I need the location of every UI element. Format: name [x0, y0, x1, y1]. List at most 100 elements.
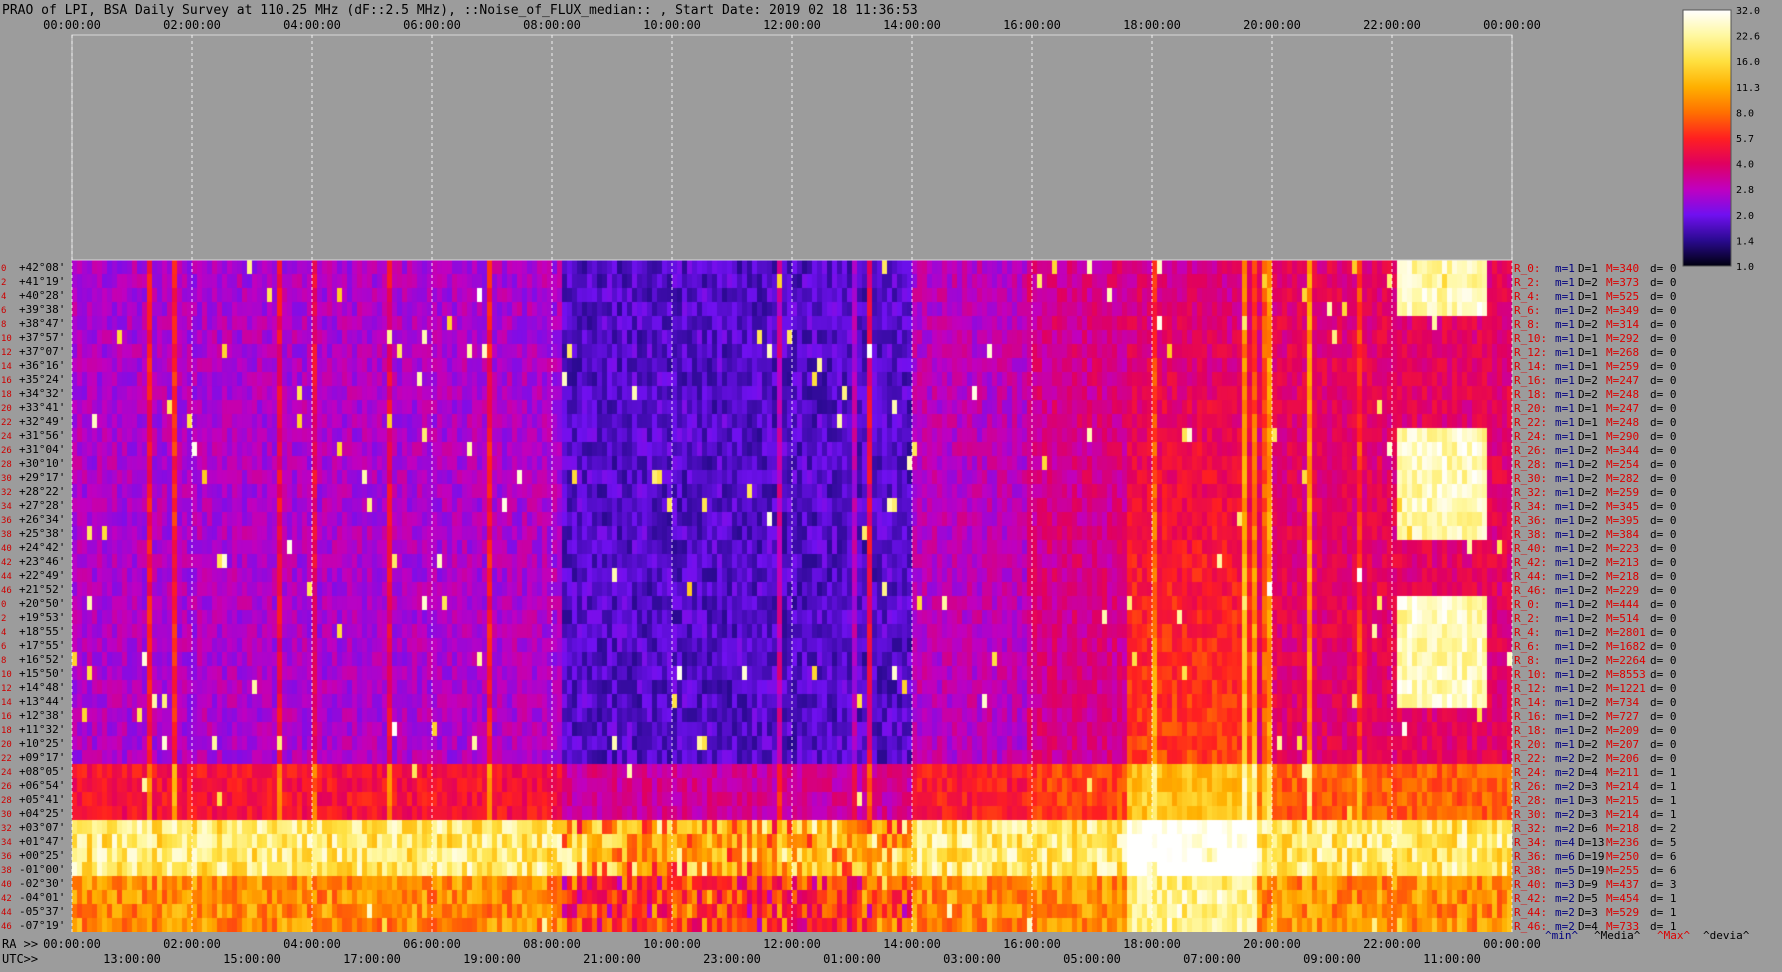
colorbar-gradient-rect	[1682, 9, 1732, 267]
beam-row-label: R_34:	[1514, 500, 1547, 513]
beam-deviation-value: d= 0	[1650, 500, 1677, 513]
colorbar-tick-label: 22.6	[1736, 32, 1760, 43]
row-index-label: 22	[1, 418, 12, 428]
declination-label: +15°50'	[19, 667, 65, 680]
stats-legend-item: ^min^	[1545, 929, 1578, 942]
beam-row-label: R_34:	[1514, 836, 1547, 849]
beam-median-value: D=3	[1578, 808, 1598, 821]
declination-label: -07°19'	[19, 919, 65, 932]
utc-tick-label: 21:00:00	[583, 952, 641, 966]
declination-label: +30°10'	[19, 457, 65, 470]
beam-max-value: M=734	[1606, 696, 1639, 709]
beam-median-value: D=2	[1578, 640, 1598, 653]
top-tick-label: 06:00:00	[403, 18, 461, 32]
beam-max-value: M=529	[1606, 906, 1639, 919]
top-tick-label: 00:00:00	[1483, 18, 1541, 32]
ra-tick-label: 02:00:00	[163, 937, 221, 951]
row-index-label: 24	[1, 768, 12, 778]
beam-deviation-value: d= 0	[1650, 696, 1677, 709]
beam-deviation-value: d= 1	[1650, 808, 1677, 821]
beam-row-label: R_16:	[1514, 710, 1547, 723]
beam-max-value: M=248	[1606, 416, 1639, 429]
beam-max-value: M=290	[1606, 430, 1639, 443]
beam-deviation-value: d= 0	[1650, 710, 1677, 723]
beam-deviation-value: d= 2	[1650, 822, 1677, 835]
beam-max-value: M=218	[1606, 822, 1639, 835]
beam-median-value: D=3	[1578, 780, 1598, 793]
beam-row-label: R_18:	[1514, 724, 1547, 737]
beam-median-value: D=6	[1578, 822, 1598, 835]
beam-row-label: R_36:	[1514, 514, 1547, 527]
ra-tick-label: 08:00:00	[523, 937, 581, 951]
beam-deviation-value: d= 0	[1650, 626, 1677, 639]
beam-max-value: M=215	[1606, 794, 1639, 807]
beam-row-label: R_2:	[1514, 276, 1541, 289]
beam-row-label: R_32:	[1514, 822, 1547, 835]
beam-row-label: R_18:	[1514, 388, 1547, 401]
beam-median-value: D=5	[1578, 892, 1598, 905]
declination-label: +29°17'	[19, 471, 65, 484]
beam-row-label: R_38:	[1514, 528, 1547, 541]
beam-row-label: R_40:	[1514, 542, 1547, 555]
top-tick-label: 22:00:00	[1363, 18, 1421, 32]
beam-max-value: M=8553	[1606, 668, 1646, 681]
beam-median-value: D=2	[1578, 458, 1598, 471]
beam-max-value: M=525	[1606, 290, 1639, 303]
beam-row-label: R_30:	[1514, 472, 1547, 485]
beam-max-value: M=254	[1606, 458, 1639, 471]
row-index-label: 16	[1, 376, 12, 386]
beam-min-value: m=2	[1555, 906, 1575, 919]
row-index-label: 46	[1, 922, 12, 932]
beam-deviation-value: d= 1	[1650, 794, 1677, 807]
beam-min-value: m=1	[1555, 360, 1575, 373]
utc-tick-label: 09:00:00	[1303, 952, 1361, 966]
beam-median-value: D=13	[1578, 836, 1605, 849]
ra-tick-label: 04:00:00	[283, 937, 341, 951]
beam-max-value: M=247	[1606, 402, 1639, 415]
row-index-label: 6	[1, 642, 6, 652]
top-tick-label: 02:00:00	[163, 18, 221, 32]
beam-min-value: m=1	[1555, 626, 1575, 639]
beam-row-label: R_8:	[1514, 654, 1541, 667]
colorbar-tick-label: 16.0	[1736, 57, 1760, 68]
row-index-label: 12	[1, 348, 12, 358]
beam-row-label: R_10:	[1514, 668, 1547, 681]
row-index-label: 22	[1, 754, 12, 764]
beam-max-value: M=229	[1606, 584, 1639, 597]
beam-median-value: D=2	[1578, 556, 1598, 569]
beam-median-value: D=2	[1578, 444, 1598, 457]
beam-deviation-value: d= 6	[1650, 864, 1677, 877]
ra-tick-label: 12:00:00	[763, 937, 821, 951]
beam-deviation-value: d= 0	[1650, 654, 1677, 667]
row-index-label: 6	[1, 306, 6, 316]
declination-label: +37°07'	[19, 345, 65, 358]
row-index-label: 10	[1, 334, 12, 344]
declination-label: -05°37'	[19, 905, 65, 918]
beam-row-label: R_32:	[1514, 486, 1547, 499]
beam-min-value: m=1	[1555, 388, 1575, 401]
declination-label: +34°32'	[19, 387, 65, 400]
beam-deviation-value: d= 0	[1650, 262, 1677, 275]
beam-min-value: m=1	[1555, 430, 1575, 443]
utc-tick-label: 13:00:00	[103, 952, 161, 966]
colorbar-tick-label: 32.0	[1736, 6, 1760, 17]
beam-min-value: m=1	[1555, 556, 1575, 569]
ra-axis-prefix: RA >>	[2, 937, 38, 951]
row-index-label: 34	[1, 838, 12, 848]
beam-min-value: m=2	[1555, 752, 1575, 765]
beam-max-value: M=207	[1606, 738, 1639, 751]
colorbar-tick-label: 5.7	[1736, 134, 1754, 145]
beam-deviation-value: d= 0	[1650, 682, 1677, 695]
beam-max-value: M=218	[1606, 570, 1639, 583]
beam-row-label: R_24:	[1514, 766, 1547, 779]
row-index-label: 34	[1, 502, 12, 512]
row-index-label: 28	[1, 460, 12, 470]
beam-median-value: D=1	[1578, 360, 1598, 373]
declination-label: +14°48'	[19, 681, 65, 694]
beam-median-value: D=3	[1578, 906, 1598, 919]
row-index-label: 2	[1, 278, 6, 288]
ra-tick-label: 18:00:00	[1123, 937, 1181, 951]
beam-row-label: R_24:	[1514, 430, 1547, 443]
beam-deviation-value: d= 5	[1650, 836, 1677, 849]
beam-deviation-value: d= 0	[1650, 612, 1677, 625]
